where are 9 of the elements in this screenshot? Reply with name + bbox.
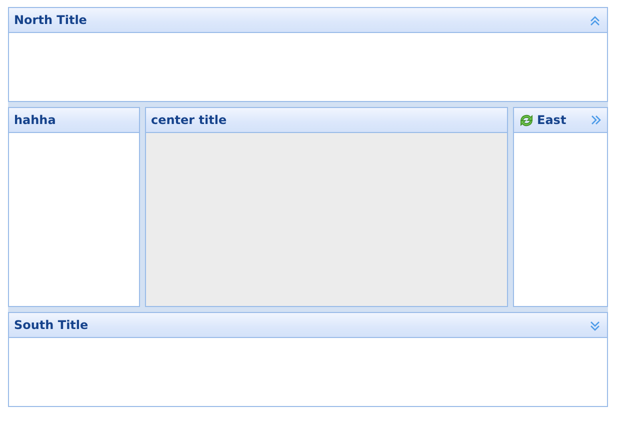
panel-title: East xyxy=(537,113,568,127)
panel-title: center title xyxy=(151,113,228,127)
refresh-icon xyxy=(519,112,534,128)
panel-title: hahha xyxy=(14,113,57,127)
panel-title: South Title xyxy=(14,318,90,332)
collapse-icon[interactable] xyxy=(589,114,601,126)
collapse-icon[interactable] xyxy=(589,14,601,26)
panel-title: North Title xyxy=(14,13,88,27)
collapse-icon[interactable] xyxy=(589,319,601,331)
